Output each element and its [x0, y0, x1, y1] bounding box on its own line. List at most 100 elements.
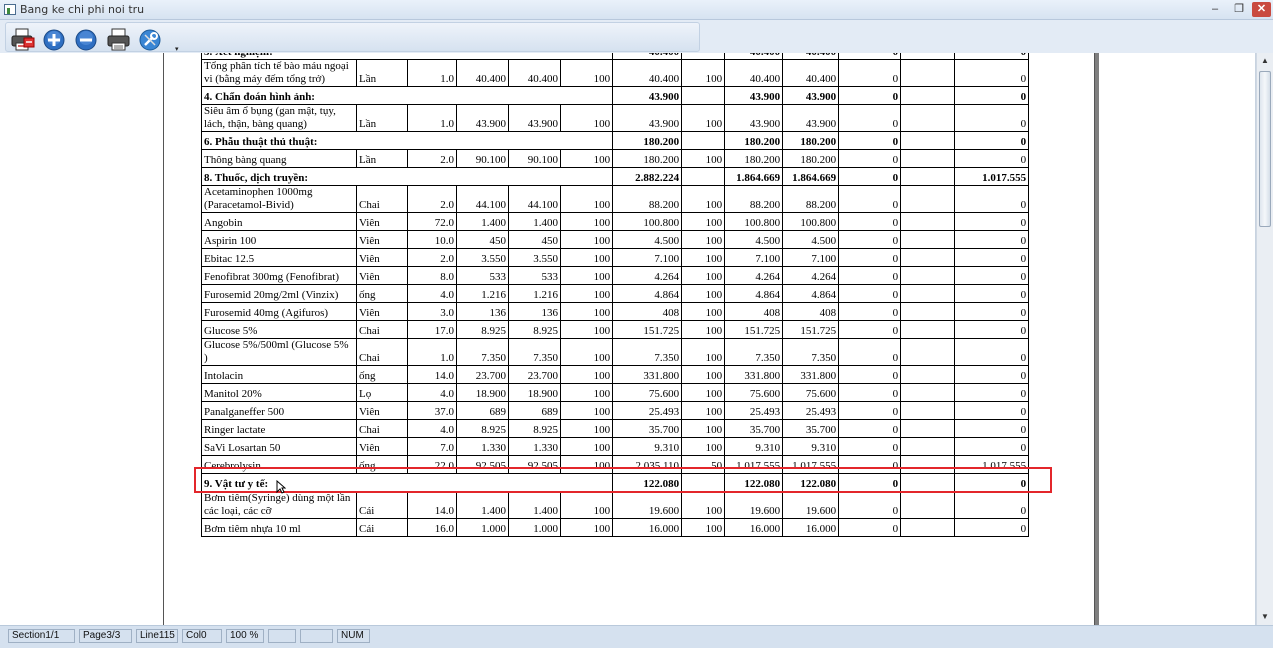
scroll-down-icon[interactable]: ▼: [1257, 609, 1273, 625]
cell-a3: 331.800: [782, 365, 840, 384]
cell-qty: 2.0: [407, 185, 457, 213]
restore-button[interactable]: ❐: [1228, 2, 1250, 17]
cell-a4: 0: [838, 212, 902, 231]
cell-a2: 1.864.669: [724, 167, 784, 186]
cell-p1: 7.350: [456, 338, 509, 366]
cell-p1: 40.400: [456, 59, 509, 87]
cell-r1: 100: [559, 59, 614, 87]
cell-a6: 0: [954, 365, 1030, 384]
cell-a3: 40.400: [782, 59, 840, 87]
cell-p1: 1.400: [456, 491, 509, 519]
cell-a6: 0: [954, 302, 1030, 321]
zoom-out-icon[interactable]: [74, 28, 100, 52]
cell-name: Manitol 20%: [201, 383, 357, 402]
cell-a2: 4.500: [724, 230, 784, 249]
cell-a5: [900, 185, 956, 213]
cell-p2: 90.100: [508, 149, 561, 168]
cell-r2: [681, 86, 726, 105]
print-icon[interactable]: [106, 28, 132, 52]
cell-unit: Lọ: [356, 383, 408, 402]
cell-r1: 100: [559, 491, 614, 519]
cell-a2: 75.600: [724, 383, 784, 402]
cell-name: Glucose 5%/500ml (Glucose 5% ): [201, 338, 357, 366]
cell-r2: 100: [681, 266, 726, 285]
cell-r2: 100: [681, 338, 726, 366]
cell-a4: 0: [838, 104, 902, 132]
cell-r1: 100: [559, 437, 614, 456]
cell-a2: 4.864: [724, 284, 784, 303]
title-bar: Bang ke chi phi noi tru – ❐ ✕: [0, 0, 1273, 20]
cell-a2: 16.000: [724, 518, 784, 537]
table-row: Bơm tiêm(Syringe) dùng một lần các loại,…: [201, 491, 1030, 519]
group-row: 8. Thuốc, dịch truyền: 2.882.224 1.864.669…: [200, 167, 1030, 186]
cell-amt: 19.600: [612, 491, 683, 519]
cell-qty: 8.0: [407, 266, 457, 285]
cell-a3: 4.864: [782, 284, 840, 303]
cell-r2: 100: [681, 491, 726, 519]
minimize-button[interactable]: –: [1204, 2, 1226, 17]
cell-r2: 100: [681, 284, 726, 303]
cell-r2: [681, 167, 726, 186]
status-page: Page3/3: [79, 629, 132, 643]
cell-a4: 0: [838, 302, 902, 321]
cell-a4: 0: [838, 149, 902, 168]
toolbar: ▾: [0, 20, 1273, 53]
cell-qty: 16.0: [407, 518, 457, 537]
cell-a5: [900, 104, 956, 132]
cell-unit: Cái: [356, 518, 408, 537]
cell-amt: 331.800: [612, 365, 683, 384]
cell-name: 9. Vật tư y tế:: [200, 473, 614, 492]
cell-name: Aspirin 100: [201, 230, 357, 249]
cell-a4: 0: [838, 338, 902, 366]
cell-a5: [900, 230, 956, 249]
print-preview-icon[interactable]: [10, 28, 36, 52]
settings-icon[interactable]: [138, 28, 164, 52]
cell-a4: 0: [838, 365, 902, 384]
cell-r1: 100: [559, 401, 614, 420]
table-row: Bơm tiêm nhựa 10 ml Cái 16.0 1.000 1.000 100 1…: [201, 518, 1030, 537]
document-view[interactable]: 3. Xét nghiệm:40.40040.40040.40000Tổng p…: [0, 53, 1256, 625]
cell-a2: 7.100: [724, 248, 784, 267]
cell-a2: 180.200: [724, 131, 784, 150]
cell-amt: 88.200: [612, 185, 683, 213]
cell-amt: 9.310: [612, 437, 683, 456]
scroll-up-icon[interactable]: ▲: [1257, 53, 1273, 69]
app-window: Bang ke chi phi noi tru – ❐ ✕ ▾ Tổng phâ…: [0, 0, 1273, 648]
cell-a2: 408: [724, 302, 784, 321]
cell-qty: 14.0: [407, 365, 457, 384]
cell-p1: 1.216: [456, 284, 509, 303]
cell-name: Bơm tiêm(Syringe) dùng một lần các loại,…: [201, 491, 357, 519]
cell-p1: 1.400: [456, 212, 509, 231]
cell-p2: 533: [508, 266, 561, 285]
cell-qty: 1.0: [407, 338, 457, 366]
table-row: Furosemid 40mg (Agifuros) Viên 3.0 136 136 10…: [201, 302, 1030, 321]
cell-p2: 40.400: [508, 59, 561, 87]
scroll-thumb[interactable]: [1259, 71, 1271, 227]
status-line: Line115: [136, 629, 178, 643]
cell-p1: 1.330: [456, 437, 509, 456]
cell-r2: [681, 131, 726, 150]
status-empty-1: [268, 629, 296, 643]
close-button[interactable]: ✕: [1252, 2, 1271, 17]
cell-p2: 3.550: [508, 248, 561, 267]
zoom-in-icon[interactable]: [42, 28, 68, 52]
cell-r2: 100: [681, 320, 726, 339]
cell-r1: 100: [559, 365, 614, 384]
cell-a2: 331.800: [724, 365, 784, 384]
cell-amt: 180.200: [612, 149, 683, 168]
cell-a5: [900, 212, 956, 231]
cell-a5: [900, 401, 956, 420]
cell-a2: 19.600: [724, 491, 784, 519]
cost-table: 3. Xét nghiệm:40.40040.40040.40000Tổng p…: [200, 53, 1030, 537]
cell-unit: Viên: [356, 248, 408, 267]
cell-amt: 2.035.110: [612, 455, 683, 474]
vertical-scrollbar[interactable]: ▲ ▼: [1256, 53, 1273, 625]
cell-name: 6. Phẫu thuật thủ thuật:: [200, 131, 614, 150]
cell-a5: [900, 455, 956, 474]
cell-amt: 4.500: [612, 230, 683, 249]
cell-a6: 0: [954, 185, 1030, 213]
cell-a6: 0: [954, 149, 1030, 168]
cell-r2: 100: [681, 383, 726, 402]
cell-name: Acetaminophen 1000mg (Paracetamol-Bivid): [201, 185, 357, 213]
cell-p2: 689: [508, 401, 561, 420]
